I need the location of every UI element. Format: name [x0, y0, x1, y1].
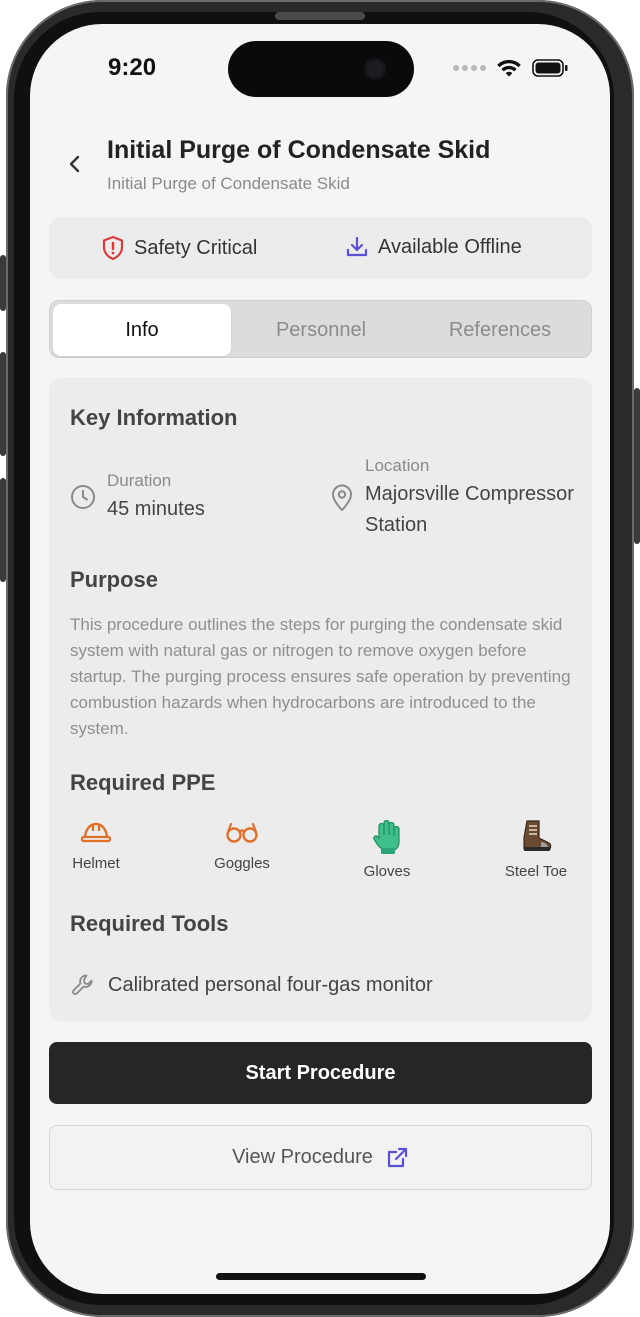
safety-critical-badge: Safety Critical: [101, 235, 257, 261]
dynamic-island: [228, 41, 414, 97]
wifi-icon: [497, 59, 521, 77]
tab-personnel[interactable]: Personnel: [231, 304, 411, 356]
tool-item-label: Calibrated personal four-gas monitor: [108, 973, 433, 996]
speaker-grille: [275, 12, 365, 20]
page-subtitle: Initial Purge of Condensate Skid: [107, 174, 350, 193]
view-procedure-label: View Procedure: [232, 1146, 373, 1168]
goggles-icon: [226, 822, 258, 843]
duration-value: 45 minutes: [107, 498, 205, 520]
location-label: Location: [365, 456, 430, 475]
required-ppe-heading: Required PPE: [70, 770, 216, 795]
battery-icon: [532, 59, 568, 77]
ppe-gloves: Gloves: [327, 818, 447, 880]
volume-up-button: [0, 352, 6, 456]
location-value-line2: Station: [365, 514, 428, 536]
view-procedure-button[interactable]: View Procedure: [49, 1125, 592, 1190]
cellular-signal-icon: [453, 65, 486, 71]
key-information-heading: Key Information: [70, 405, 238, 430]
ppe-helmet-label: Helmet: [72, 855, 120, 872]
purpose-text: This procedure outlines the steps for pu…: [70, 615, 571, 738]
available-offline-label: Available Offline: [378, 235, 522, 258]
safety-critical-label: Safety Critical: [134, 236, 258, 259]
tab-bar: Info Personnel References: [49, 300, 592, 358]
available-offline-badge: Available Offline: [345, 235, 522, 259]
ppe-goggles: Goggles: [182, 818, 302, 872]
volume-down-button: [0, 478, 6, 582]
location-value-line1: Majorsville Compressor: [365, 483, 574, 505]
ppe-steel-toe: Steel Toe: [476, 818, 596, 880]
wrench-icon: [72, 974, 93, 995]
tab-info[interactable]: Info: [53, 304, 231, 356]
external-link-icon: [387, 1147, 408, 1167]
back-chevron-icon[interactable]: [64, 150, 86, 178]
ppe-goggles-label: Goggles: [214, 855, 270, 872]
mute-switch: [0, 255, 6, 311]
required-tools-heading: Required Tools: [70, 911, 229, 936]
procedure-badges: Safety Critical Available Offline: [49, 217, 592, 279]
boot-icon: [523, 820, 552, 851]
duration-label: Duration: [107, 471, 172, 490]
info-card: Key Information Duration 45 minutes Loca…: [49, 378, 592, 1021]
shield-alert-icon: [102, 235, 124, 261]
tab-references[interactable]: References: [411, 304, 589, 356]
clock-icon: [71, 485, 95, 509]
home-indicator[interactable]: [216, 1273, 426, 1280]
ppe-steel-toe-label: Steel Toe: [504, 863, 568, 880]
app-screen: 9:20 Initial Purge of Condensate Skid In…: [30, 24, 610, 1294]
status-time: 9:20: [108, 54, 157, 81]
camera-icon: [364, 58, 386, 80]
location-pin-icon: [332, 484, 352, 511]
ppe-gloves-label: Gloves: [363, 863, 411, 880]
tool-item: Calibrated personal four-gas monitor: [70, 972, 433, 998]
power-button: [634, 388, 640, 544]
download-icon: [346, 236, 368, 257]
start-procedure-button[interactable]: Start Procedure: [49, 1042, 592, 1104]
helmet-icon: [80, 822, 112, 843]
page-title: Initial Purge of Condensate Skid: [107, 136, 491, 164]
purpose-heading: Purpose: [70, 567, 159, 592]
status-icons: [453, 58, 568, 78]
ppe-helmet: Helmet: [36, 818, 156, 872]
gloves-icon: [373, 819, 400, 854]
